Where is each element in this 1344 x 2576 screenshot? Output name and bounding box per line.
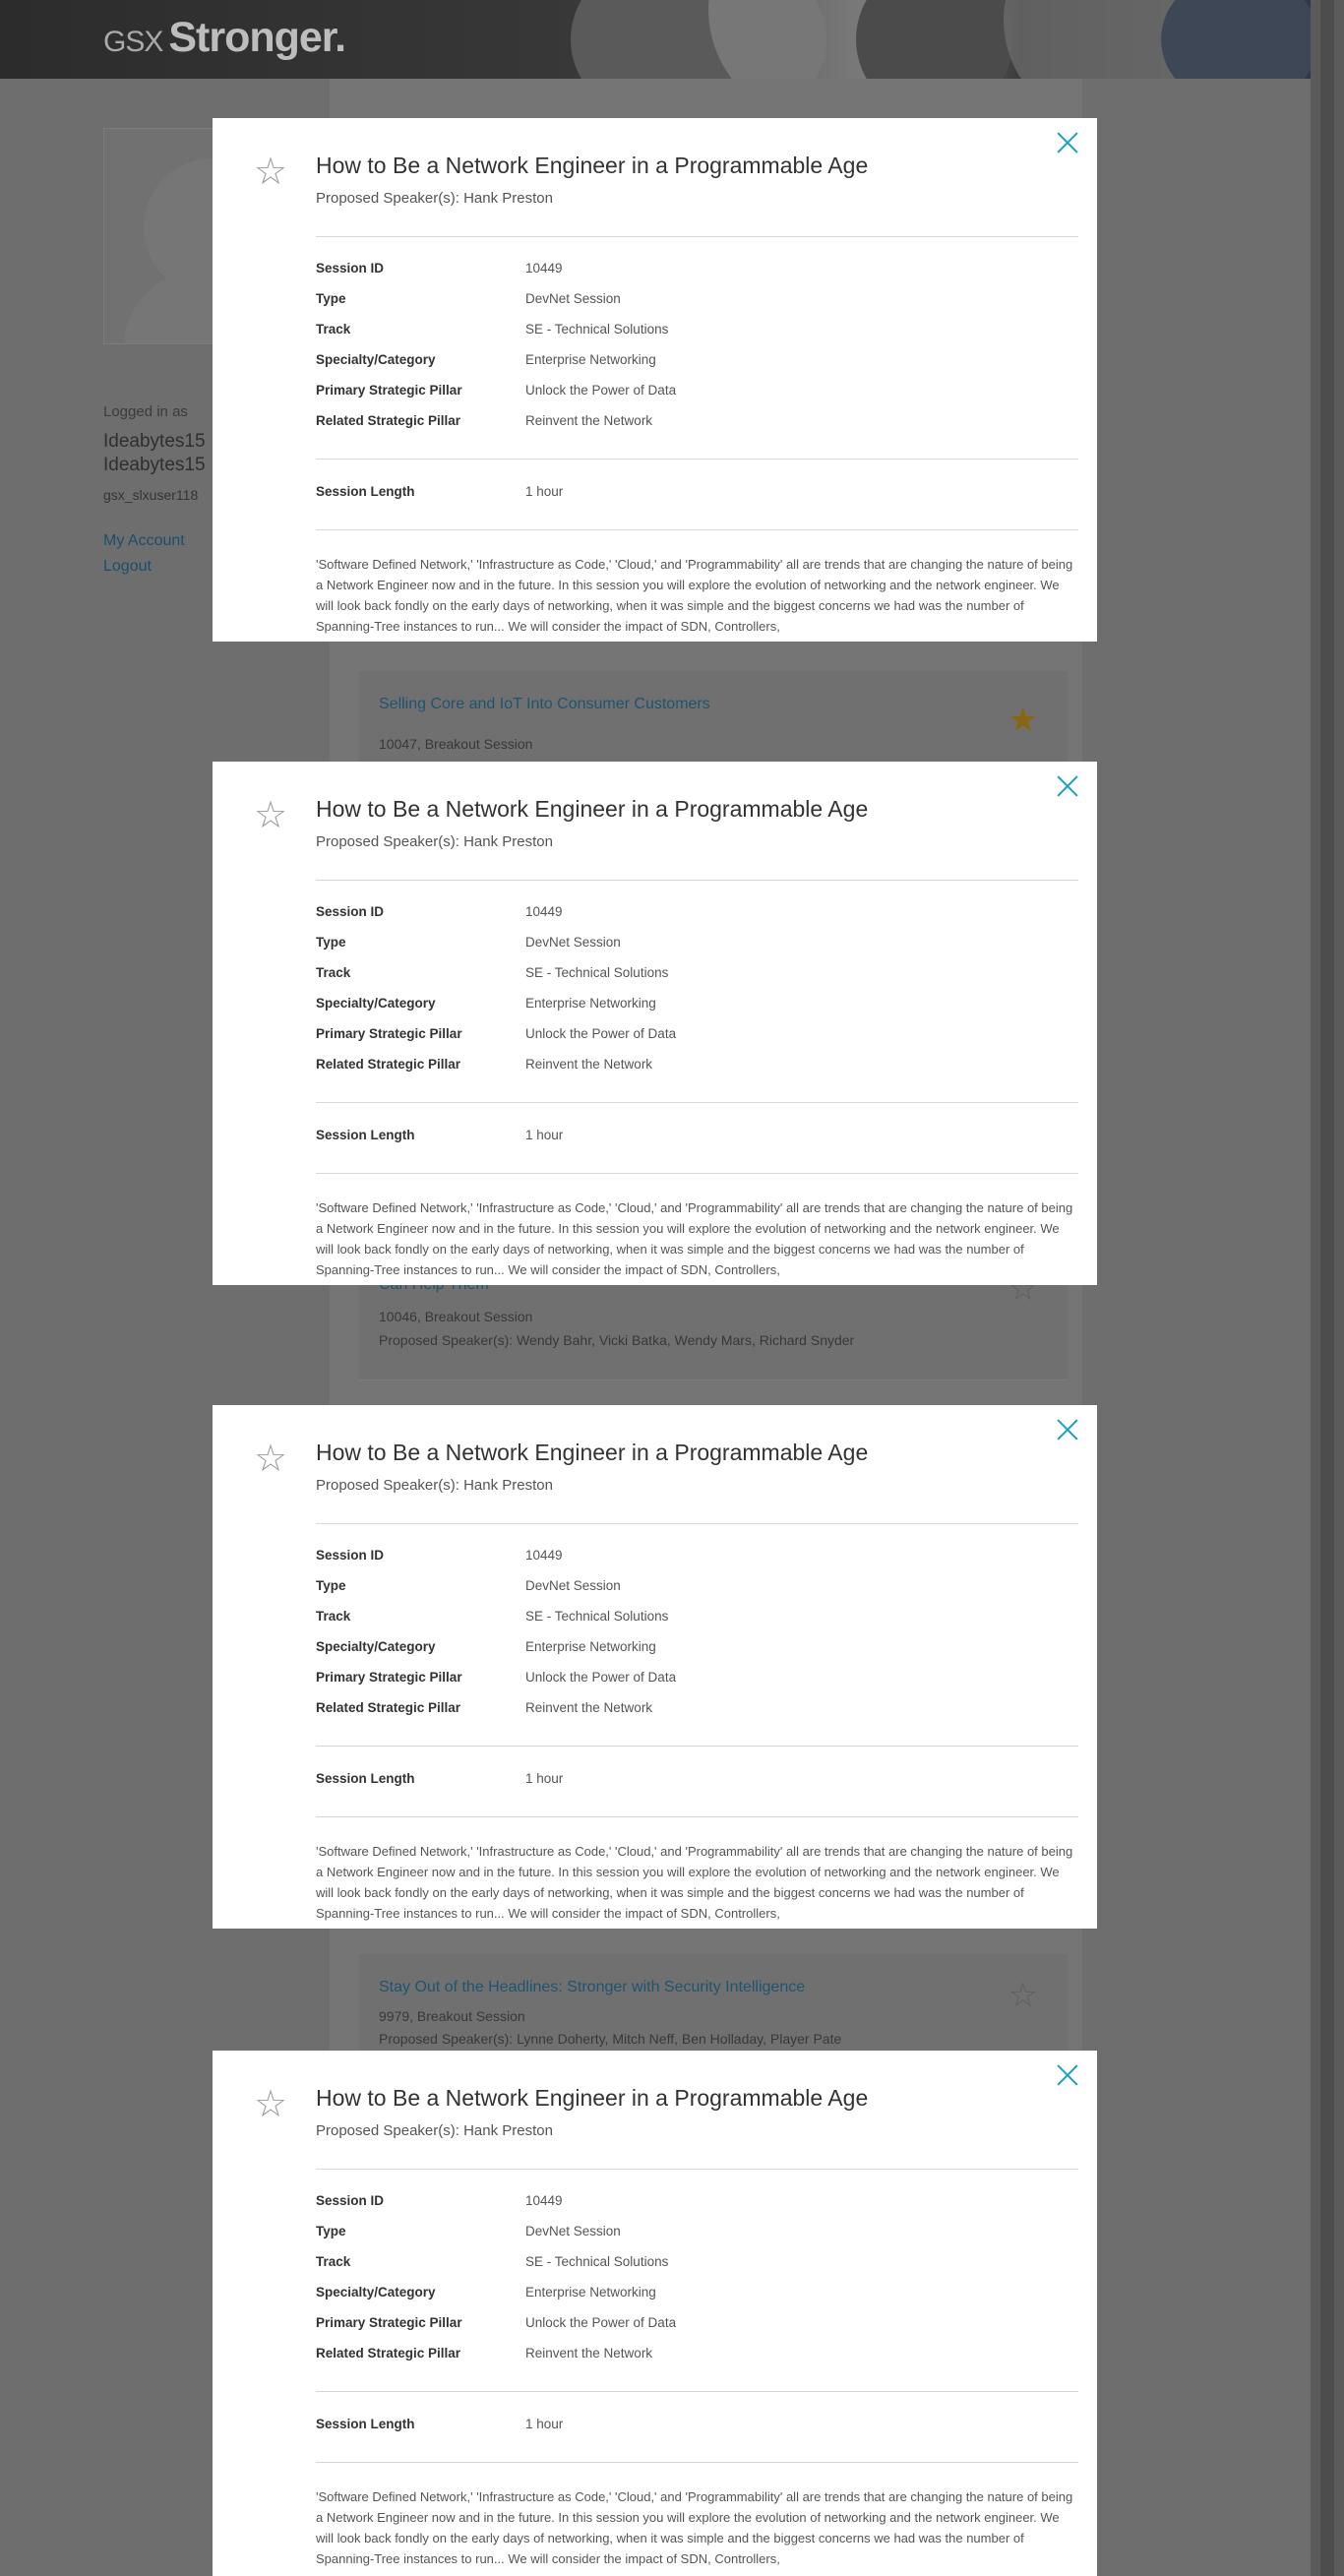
detail-row-type: Type DevNet Session — [316, 291, 621, 306]
session-card-title[interactable]: Selling Core and IoT Into Consumer Custo… — [379, 696, 710, 713]
close-icon[interactable] — [1057, 2064, 1078, 2086]
divider — [316, 459, 1078, 460]
detail-row-specialty: Specialty/Category Enterprise Networking — [316, 352, 656, 367]
logo[interactable]: GSX Stronger. — [103, 14, 346, 62]
detail-row-related-pillar: Related Strategic Pillar Reinvent the Net… — [316, 413, 653, 428]
modal-title: How to Be a Network Engineer in a Progra… — [316, 796, 869, 822]
divider — [316, 1816, 1078, 1817]
detail-row-session-length: Session Length 1 hour — [316, 484, 564, 499]
star-filled-icon[interactable]: ★ — [1008, 701, 1038, 740]
detail-row-related-pillar: Related Strategic Pillar Reinvent the Net… — [316, 1057, 653, 1072]
detail-row-session-length: Session Length 1 hour — [316, 2417, 564, 2431]
scrollbar[interactable] — [1311, 0, 1344, 2576]
divider — [316, 880, 1078, 881]
star-outline-icon[interactable]: ☆ — [254, 797, 287, 834]
session-card[interactable]: Stay Out of the Headlines: Stronger with… — [359, 1954, 1068, 2054]
close-icon[interactable] — [1057, 1419, 1078, 1441]
detail-row-session-length: Session Length 1 hour — [316, 1128, 564, 1142]
modal-title: How to Be a Network Engineer in a Progra… — [316, 1440, 869, 1465]
session-card-meta: 9979, Breakout Session — [379, 2008, 525, 2024]
detail-row-track: Track SE - Technical Solutions — [316, 1609, 669, 1624]
header-banner: GSX Stronger. — [0, 0, 1318, 79]
modal-speakers: Proposed Speaker(s): Hank Preston — [316, 1477, 553, 1494]
detail-row-specialty: Specialty/Category Enterprise Networking — [316, 1639, 656, 1654]
close-icon[interactable] — [1057, 775, 1078, 797]
session-card-title[interactable]: Stay Out of the Headlines: Stronger with… — [379, 1979, 805, 1996]
star-outline-icon[interactable]: ☆ — [1008, 1976, 1038, 2015]
session-card-meta: 10047, Breakout Session — [379, 736, 533, 752]
divider — [316, 2462, 1078, 2463]
detail-row-track: Track SE - Technical Solutions — [316, 322, 669, 337]
divider — [316, 1746, 1078, 1747]
session-card[interactable]: Selling Core and IoT Into Consumer Custo… — [359, 671, 1068, 763]
detail-row-track: Track SE - Technical Solutions — [316, 2254, 669, 2269]
divider — [316, 1523, 1078, 1524]
session-card-speakers: Proposed Speaker(s): Wendy Bahr, Vicki B… — [379, 1332, 855, 1348]
session-detail-modal: ☆ How to Be a Network Engineer in a Prog… — [213, 762, 1097, 1285]
divider — [316, 2391, 1078, 2392]
session-card-meta: 10046, Breakout Session — [379, 1309, 533, 1324]
divider — [316, 236, 1078, 237]
detail-row-related-pillar: Related Strategic Pillar Reinvent the Net… — [316, 1700, 653, 1715]
detail-row-primary-pillar: Primary Strategic Pillar Unlock the Power… — [316, 2315, 677, 2330]
session-description: 'Software Defined Network,' 'Infrastruct… — [316, 557, 1073, 634]
star-outline-icon[interactable]: ☆ — [254, 1441, 287, 1478]
detail-row-primary-pillar: Primary Strategic Pillar Unlock the Power… — [316, 383, 677, 398]
detail-row-track: Track SE - Technical Solutions — [316, 965, 669, 980]
session-description: 'Software Defined Network,' 'Infrastruct… — [316, 1200, 1073, 1277]
divider — [316, 1173, 1078, 1174]
detail-row-specialty: Specialty/Category Enterprise Networking — [316, 2285, 656, 2300]
modal-speakers: Proposed Speaker(s): Hank Preston — [316, 833, 553, 850]
modal-title: How to Be a Network Engineer in a Progra… — [316, 2085, 869, 2111]
session-description: 'Software Defined Network,' 'Infrastruct… — [316, 2489, 1073, 2566]
detail-row-primary-pillar: Primary Strategic Pillar Unlock the Power… — [316, 1026, 677, 1041]
detail-row-session-id: Session ID 10449 — [316, 904, 563, 919]
detail-row-type: Type DevNet Session — [316, 1578, 621, 1593]
divider — [316, 2169, 1078, 2170]
star-outline-icon[interactable]: ☆ — [254, 153, 287, 191]
close-icon[interactable] — [1057, 132, 1078, 153]
session-detail-modal: ☆ How to Be a Network Engineer in a Prog… — [213, 118, 1097, 642]
divider — [316, 529, 1078, 530]
divider — [316, 1102, 1078, 1103]
session-card-speakers: Proposed Speaker(s): Lynne Doherty, Mitc… — [379, 2031, 842, 2047]
session-detail-modal: ☆ How to Be a Network Engineer in a Prog… — [213, 1405, 1097, 1929]
modal-title: How to Be a Network Engineer in a Progra… — [316, 153, 869, 178]
detail-row-specialty: Specialty/Category Enterprise Networking — [316, 996, 656, 1011]
detail-row-session-length: Session Length 1 hour — [316, 1771, 564, 1786]
session-detail-modal: ☆ How to Be a Network Engineer in a Prog… — [213, 2051, 1097, 2576]
detail-row-session-id: Session ID 10449 — [316, 2193, 563, 2208]
modal-speakers: Proposed Speaker(s): Hank Preston — [316, 2122, 553, 2139]
detail-row-related-pillar: Related Strategic Pillar Reinvent the Net… — [316, 2346, 653, 2361]
detail-row-session-id: Session ID 10449 — [316, 1548, 563, 1563]
star-outline-icon[interactable]: ☆ — [254, 2086, 287, 2123]
modal-speakers: Proposed Speaker(s): Hank Preston — [316, 190, 553, 207]
session-description: 'Software Defined Network,' 'Infrastruct… — [316, 1844, 1073, 1921]
detail-row-type: Type DevNet Session — [316, 2224, 621, 2239]
detail-row-type: Type DevNet Session — [316, 935, 621, 950]
detail-row-session-id: Session ID 10449 — [316, 261, 563, 276]
detail-row-primary-pillar: Primary Strategic Pillar Unlock the Power… — [316, 1670, 677, 1685]
